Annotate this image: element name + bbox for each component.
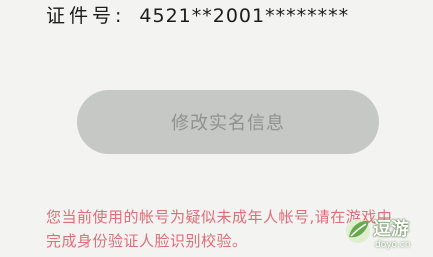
id-number-value: 4521**2001******** — [139, 5, 350, 27]
watermark: 逗游 doyo.cn — [337, 207, 427, 255]
modify-real-name-button[interactable]: 修改实名信息 — [77, 90, 379, 154]
watermark-domain: doyo.cn — [375, 240, 411, 250]
watermark-name: 逗游 — [373, 219, 409, 240]
id-number-row: 证件号: 4521**2001******** — [46, 3, 349, 29]
green-leaf-logo-icon — [346, 219, 370, 243]
id-number-label: 证件号: — [46, 5, 126, 27]
